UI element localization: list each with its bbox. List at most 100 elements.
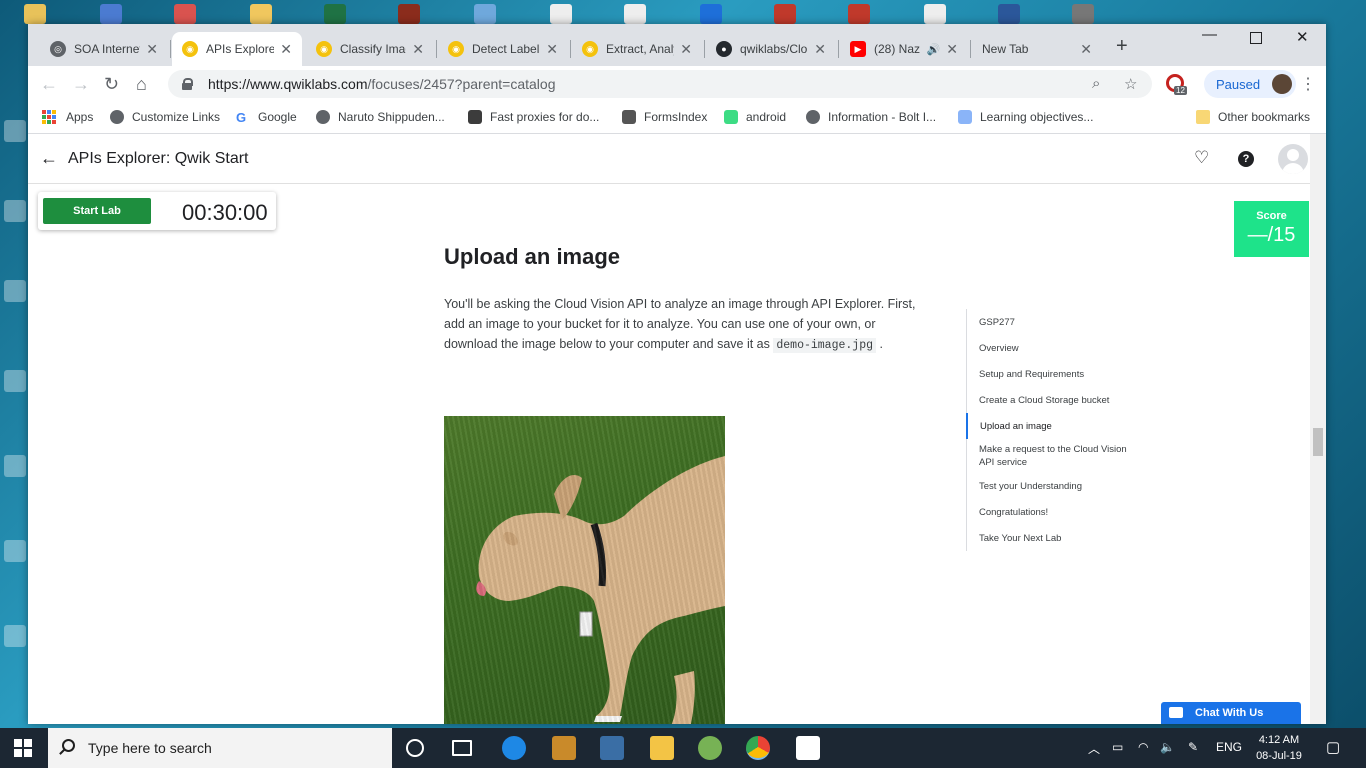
tab-youtube[interactable]: ▶ (28) Naz 🔊 ✕ <box>840 32 968 66</box>
wifi-icon[interactable]: ◠ <box>1138 740 1148 754</box>
bookmark-information-bolt[interactable]: Information - Bolt I... <box>806 110 936 124</box>
scroll-thumb[interactable] <box>1313 428 1323 456</box>
tab-new-tab[interactable]: New Tab ✕ <box>972 32 1102 66</box>
desktop-icon[interactable] <box>4 625 28 650</box>
close-icon[interactable]: ✕ <box>146 41 158 58</box>
menu-kebab-icon[interactable]: ⋮ <box>1300 74 1316 94</box>
sublime-icon[interactable] <box>552 736 576 760</box>
new-tab-button[interactable]: + <box>1116 36 1128 56</box>
close-icon[interactable]: ✕ <box>412 41 424 58</box>
desktop-icon[interactable] <box>700 4 722 24</box>
close-icon[interactable]: ✕ <box>680 41 692 58</box>
close-icon[interactable]: ✕ <box>546 41 558 58</box>
cortana-icon[interactable] <box>406 739 424 757</box>
desktop-icon[interactable] <box>4 455 28 480</box>
toc-item-gsp277[interactable]: GSP277 <box>967 309 1156 335</box>
battery-icon[interactable]: ▭ <box>1112 740 1123 754</box>
bookmark-naruto[interactable]: Naruto Shippuden... <box>316 110 445 124</box>
notification-icon[interactable]: ▢ <box>1326 738 1340 756</box>
toc-item-setup[interactable]: Setup and Requirements <box>967 361 1156 387</box>
edge-icon[interactable] <box>502 736 526 760</box>
desktop-icon[interactable] <box>174 4 196 24</box>
windows-start-button[interactable] <box>14 739 32 757</box>
volume-icon[interactable]: 🔈 <box>1160 740 1175 754</box>
tab-apis-explorer[interactable]: ◉ APIs Explorer ✕ <box>172 32 302 66</box>
tab-detect-labels[interactable]: ◉ Detect Label ✕ <box>438 32 568 66</box>
desktop-icon[interactable] <box>100 4 122 24</box>
close-icon[interactable]: ✕ <box>814 41 826 58</box>
desktop-icon[interactable] <box>324 4 346 24</box>
toc-item-create-bucket[interactable]: Create a Cloud Storage bucket <box>967 387 1156 413</box>
profile-button[interactable]: Paused <box>1204 70 1296 98</box>
minimize-button[interactable]: — <box>1202 26 1217 43</box>
desktop-icon[interactable] <box>398 4 420 24</box>
close-icon[interactable]: ✕ <box>1080 41 1092 58</box>
bookmark-fast-proxies[interactable]: Fast proxies for do... <box>468 110 599 124</box>
bookmark-apps[interactable]: Apps <box>42 110 93 124</box>
desktop-icon[interactable] <box>4 280 28 305</box>
back-button[interactable]: ← <box>40 74 58 94</box>
page-scrollbar[interactable] <box>1310 134 1326 724</box>
photos-icon[interactable] <box>796 736 820 760</box>
language-indicator[interactable]: ENG <box>1216 740 1242 754</box>
start-lab-button[interactable]: Start Lab <box>43 198 151 224</box>
tab-soa-internet[interactable]: ◎ SOA Internet ✕ <box>40 32 168 66</box>
desktop-icon[interactable] <box>4 540 28 565</box>
toc-item-congratulations[interactable]: Congratulations! <box>967 499 1156 525</box>
toc-item-overview[interactable]: Overview <box>967 335 1156 361</box>
desktop-icon[interactable] <box>624 4 646 24</box>
toc-item-test-understanding[interactable]: Test your Understanding <box>967 473 1156 499</box>
pen-icon[interactable]: ✎ <box>1188 740 1198 754</box>
desktop-icon[interactable] <box>250 4 272 24</box>
taskbar-search[interactable]: Type here to search <box>48 728 392 768</box>
back-arrow-icon[interactable]: ← <box>40 148 58 169</box>
chat-with-us-button[interactable]: Chat With Us <box>1161 702 1301 724</box>
filename-code: demo-image.jpg <box>773 338 876 353</box>
desktop-icon[interactable] <box>4 370 28 395</box>
heart-icon[interactable]: ♡ <box>1194 148 1209 168</box>
toc-item-make-request[interactable]: Make a request to the Cloud Vision API s… <box>967 439 1156 473</box>
chrome-icon[interactable] <box>746 736 770 760</box>
close-icon[interactable]: ✕ <box>946 41 958 58</box>
task-view-icon[interactable] <box>452 740 472 756</box>
desktop-icon[interactable] <box>774 4 796 24</box>
desktop-icon[interactable] <box>998 4 1020 24</box>
zoom-icon[interactable]: ⌕ <box>1092 75 1100 92</box>
tab-divider <box>838 40 839 58</box>
maximize-button[interactable] <box>1250 32 1262 44</box>
desktop-icon[interactable] <box>24 4 46 24</box>
bookmark-android[interactable]: android <box>724 110 786 124</box>
toc-item-upload-image[interactable]: Upload an image <box>966 413 1156 439</box>
help-icon[interactable]: ? <box>1238 151 1254 167</box>
close-icon[interactable]: ✕ <box>280 41 292 58</box>
desktop-icon[interactable] <box>848 4 870 24</box>
bookmark-formsindex[interactable]: FormsIndex <box>622 110 707 124</box>
user-avatar[interactable] <box>1278 144 1308 174</box>
bookmark-learning-objectives[interactable]: Learning objectives... <box>958 110 1093 124</box>
address-bar[interactable]: https://www.qwiklabs.com/focuses/2457?pa… <box>168 70 1152 98</box>
speaker-icon[interactable]: 🔊 <box>927 43 941 56</box>
tab-extract-analyze[interactable]: ◉ Extract, Analy ✕ <box>572 32 702 66</box>
desktop-icon[interactable] <box>4 120 28 145</box>
reload-button[interactable]: ↻ <box>104 74 119 94</box>
forward-button[interactable]: → <box>72 74 90 94</box>
bookmark-star-icon[interactable]: ☆ <box>1124 75 1137 93</box>
system-clock[interactable]: 4:12 AM 08-Jul-19 <box>1252 732 1306 764</box>
bookmark-google[interactable]: G Google <box>236 110 297 125</box>
sql-icon[interactable] <box>600 736 624 760</box>
desktop-icon[interactable] <box>550 4 572 24</box>
bookmark-customize-links[interactable]: Customize Links <box>110 110 220 124</box>
close-window-button[interactable]: ✕ <box>1296 28 1309 46</box>
desktop-icon[interactable] <box>924 4 946 24</box>
toc-item-next-lab[interactable]: Take Your Next Lab <box>967 525 1156 551</box>
other-bookmarks[interactable]: Other bookmarks <box>1196 110 1310 124</box>
tab-github-qwiklabs[interactable]: ● qwiklabs/Clo ✕ <box>706 32 836 66</box>
desktop-icon[interactable] <box>474 4 496 24</box>
desktop-icon[interactable] <box>4 200 28 225</box>
file-explorer-icon[interactable] <box>650 736 674 760</box>
chevron-up-icon[interactable]: ︿ <box>1088 740 1100 757</box>
home-button[interactable]: ⌂ <box>136 74 147 94</box>
tab-classify-images[interactable]: ◉ Classify Imag ✕ <box>306 32 434 66</box>
android-studio-icon[interactable] <box>698 736 722 760</box>
desktop-icon[interactable] <box>1072 4 1094 24</box>
